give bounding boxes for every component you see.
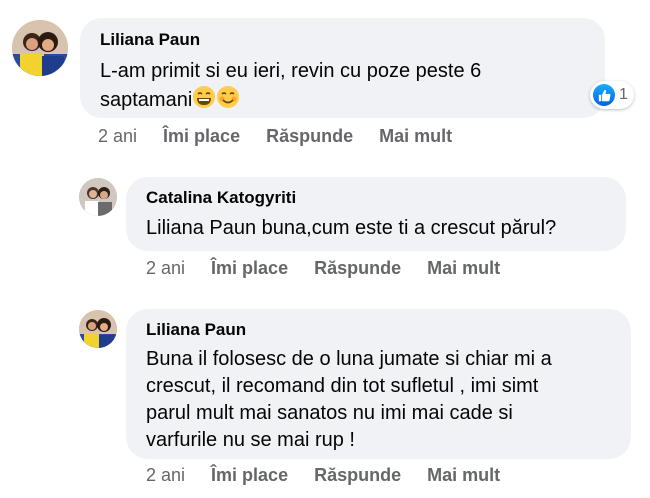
like-button[interactable]: Îmi place: [211, 465, 288, 486]
comment-actions: 2 ani Îmi place Răspunde Mai mult: [98, 126, 452, 147]
avatar[interactable]: [12, 20, 68, 76]
reply-button[interactable]: Răspunde: [314, 465, 401, 486]
comment-text: Buna il folosesc de o luna jumate si chi…: [146, 346, 621, 454]
more-button[interactable]: Mai mult: [427, 465, 500, 486]
comment-actions: 2 ani Îmi place Răspunde Mai mult: [146, 258, 500, 279]
comment-text-line: parul mult mai sanatos nu imi mai cade s…: [146, 402, 513, 424]
smiling-face-emoji-icon: [216, 85, 240, 117]
comment-text-line: L-am primit si eu ieri, revin cu poze pe…: [100, 60, 482, 82]
comment-text: Liliana Paun buna,cum este ti a crescut …: [146, 217, 557, 239]
timestamp[interactable]: 2 ani: [146, 465, 185, 486]
timestamp[interactable]: 2 ani: [98, 126, 137, 147]
comment-author[interactable]: Liliana Paun: [100, 30, 200, 50]
comment-author[interactable]: Catalina Katogyriti: [146, 188, 296, 208]
reaction-count: 1: [619, 86, 628, 103]
reply-button[interactable]: Răspunde: [314, 258, 401, 279]
comment-author[interactable]: Liliana Paun: [146, 320, 246, 340]
avatar[interactable]: [79, 178, 117, 216]
comment-text: L-am primit si eu ieri, revin cu poze pe…: [100, 58, 590, 117]
timestamp[interactable]: 2 ani: [146, 258, 185, 279]
comment-text-line: varfurile nu se mai rup !: [146, 429, 355, 451]
reply-button[interactable]: Răspunde: [266, 126, 353, 147]
comment-text-line: Buna il folosesc de o luna jumate si chi…: [146, 348, 552, 370]
reaction-summary[interactable]: 1: [590, 81, 634, 109]
comment-actions: 2 ani Îmi place Răspunde Mai mult: [146, 465, 500, 486]
avatar[interactable]: [79, 310, 117, 348]
more-button[interactable]: Mai mult: [379, 126, 452, 147]
like-reaction-icon: [593, 84, 615, 106]
like-button[interactable]: Îmi place: [163, 126, 240, 147]
more-button[interactable]: Mai mult: [427, 258, 500, 279]
grinning-face-emoji-icon: [192, 85, 216, 117]
comment-text-line: saptamani: [100, 85, 590, 117]
comment-text-line: crescut, il recomand din tot sufletul , …: [146, 375, 539, 397]
like-button[interactable]: Îmi place: [211, 258, 288, 279]
